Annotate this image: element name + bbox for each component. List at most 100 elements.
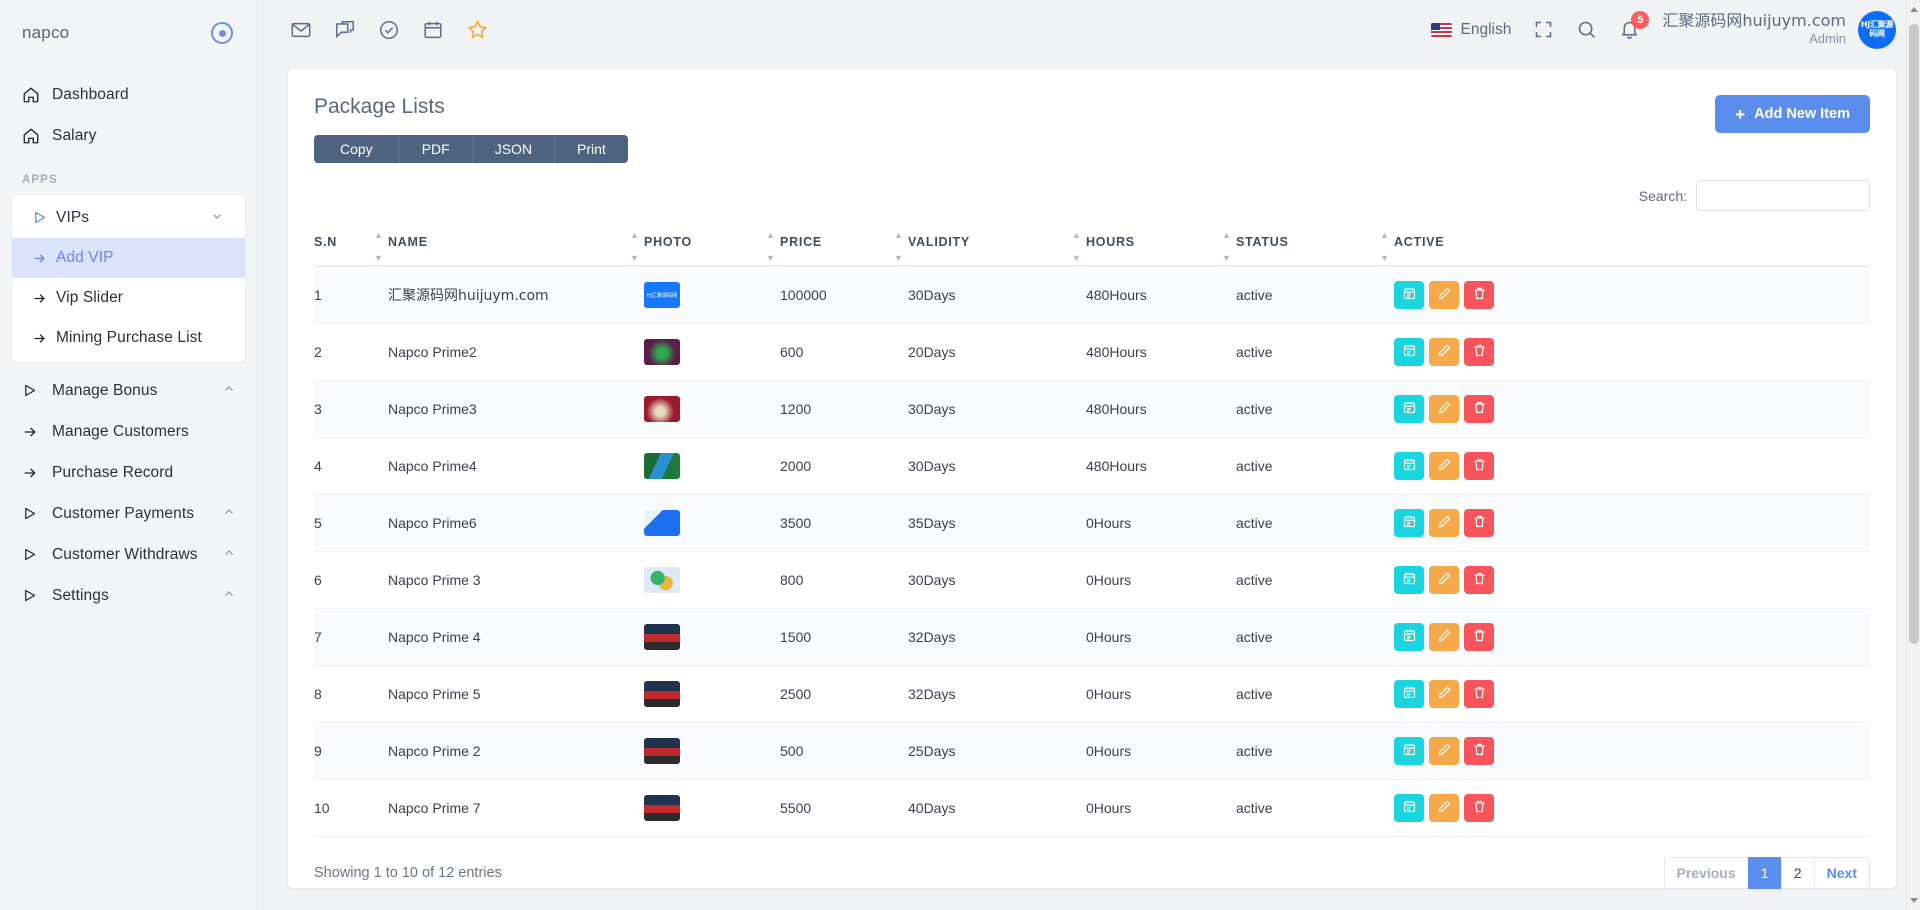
edit-pencil-action-button[interactable] <box>1429 509 1459 537</box>
sidebar-item-vips[interactable]: VIPs <box>12 197 245 238</box>
table-row: 7 Napco Prime 4 1500 32Days 0Hours active <box>314 608 1870 666</box>
print-button[interactable]: Print <box>555 135 628 163</box>
pagination-page-1[interactable]: 1 <box>1747 857 1782 889</box>
trash-action-button[interactable] <box>1464 338 1494 366</box>
package-thumbnail-icon <box>644 681 680 707</box>
calendar-action-button[interactable] <box>1394 794 1424 822</box>
arrow-right-icon <box>22 331 56 346</box>
trash-action-button[interactable] <box>1464 395 1494 423</box>
cell-status: active <box>1236 323 1394 381</box>
sidebar-item-purchase-record[interactable]: Purchase Record <box>0 452 257 493</box>
cell-sn: 2 <box>314 323 388 381</box>
scroll-down-arrow-icon[interactable] <box>1910 898 1918 903</box>
trash-action-button[interactable] <box>1464 623 1494 651</box>
notification-bell[interactable]: 5 <box>1619 11 1650 40</box>
copy-button[interactable]: Copy <box>314 135 400 163</box>
sidebar-item-settings[interactable]: Settings <box>0 575 257 616</box>
scrollbar-thumb[interactable] <box>1909 24 1919 644</box>
cell-photo <box>644 323 780 381</box>
col-price[interactable]: ▲ ▼ PRICE <box>766 229 908 267</box>
table-row: 1汇聚源码网huijuym.com 10000030Days480Hoursact… <box>314 266 1870 324</box>
calendar-action-button[interactable] <box>1394 737 1424 765</box>
trash-action-button[interactable] <box>1464 680 1494 708</box>
calendar-action-button[interactable] <box>1394 566 1424 594</box>
play-icon <box>22 547 52 562</box>
cell-active <box>1394 494 1870 552</box>
trash-action-button[interactable] <box>1464 794 1494 822</box>
pagination-next[interactable]: Next <box>1813 857 1870 889</box>
search-input[interactable] <box>1696 180 1870 211</box>
add-new-item-button[interactable]: + Add New Item <box>1715 95 1870 133</box>
edit-pencil-action-button[interactable] <box>1429 452 1459 480</box>
language-selector[interactable]: English <box>1430 21 1511 39</box>
chevron-up-icon <box>223 383 235 398</box>
add-new-item-label: Add New Item <box>1754 106 1850 122</box>
row-actions <box>1394 395 1870 423</box>
calendar-action-button[interactable] <box>1394 338 1424 366</box>
sidebar-item-customer-payments[interactable]: Customer Payments <box>0 493 257 534</box>
calendar-action-button[interactable] <box>1394 281 1424 309</box>
card-header: Package Lists Copy PDF JSON Print + Add … <box>314 95 1870 163</box>
package-thumbnail-icon <box>644 510 680 536</box>
sidebar-item-manage-bonus[interactable]: Manage Bonus <box>0 370 257 411</box>
cell-name: Napco Prime3 <box>388 380 644 438</box>
edit-pencil-action-button[interactable] <box>1429 737 1459 765</box>
col-active[interactable]: ▲ ▼ ACTIVE <box>1380 229 1870 267</box>
trash-action-button[interactable] <box>1464 566 1494 594</box>
col-name[interactable]: ▲ ▼ NAME <box>374 229 644 267</box>
calendar-action-button[interactable] <box>1394 623 1424 651</box>
check-circle-icon[interactable] <box>378 19 400 41</box>
sort-icon: ▲ ▼ <box>894 230 904 263</box>
edit-pencil-action-button[interactable] <box>1429 794 1459 822</box>
sidebar-item-manage-customers[interactable]: Manage Customers <box>0 411 257 452</box>
user-menu[interactable]: 汇聚源码网huijuym.com Admin HJ汇聚源码网 <box>1662 10 1896 49</box>
brand-logo-icon[interactable] <box>211 22 233 44</box>
chat-icon[interactable] <box>334 19 356 41</box>
edit-pencil-action-button[interactable] <box>1429 566 1459 594</box>
edit-pencil-action-button[interactable] <box>1429 338 1459 366</box>
sidebar-item-dashboard[interactable]: Dashboard <box>0 74 257 115</box>
scroll-up-arrow-icon[interactable] <box>1910 7 1918 12</box>
page-scrollbar[interactable] <box>1906 0 1920 910</box>
trash-action-button[interactable] <box>1464 452 1494 480</box>
col-photo[interactable]: ▲ ▼ PHOTO <box>630 229 780 267</box>
cell-photo <box>644 779 780 837</box>
col-photo-label: PHOTO <box>644 235 692 249</box>
calendar-action-button[interactable] <box>1394 395 1424 423</box>
edit-pencil-icon <box>1437 799 1452 817</box>
edit-pencil-action-button[interactable] <box>1429 281 1459 309</box>
sidebar-item-salary[interactable]: Salary <box>0 115 257 156</box>
json-button[interactable]: JSON <box>472 135 556 163</box>
cell-validity: 30Days <box>908 551 1086 609</box>
sidebar-item-customer-withdraws[interactable]: Customer Withdraws <box>0 534 257 575</box>
edit-pencil-action-button[interactable] <box>1429 680 1459 708</box>
arrow-right-icon <box>22 251 56 266</box>
sidebar-item-vip-slider[interactable]: Vip Slider <box>12 278 245 318</box>
table-row: 9 Napco Prime 2 500 25Days 0Hours active <box>314 722 1870 780</box>
edit-pencil-action-button[interactable] <box>1429 623 1459 651</box>
col-validity[interactable]: ▲ ▼ VALIDITY <box>894 229 1086 267</box>
pagination-page-2[interactable]: 2 <box>1780 857 1815 889</box>
trash-action-button[interactable] <box>1464 737 1494 765</box>
calendar-icon[interactable] <box>422 19 444 41</box>
edit-pencil-action-button[interactable] <box>1429 395 1459 423</box>
trash-action-button[interactable] <box>1464 509 1494 537</box>
calendar-action-button[interactable] <box>1394 509 1424 537</box>
sort-icon: ▲ ▼ <box>630 230 640 263</box>
star-icon[interactable] <box>466 18 489 41</box>
sidebar-item-mining-purchase-list[interactable]: Mining Purchase List <box>12 318 245 358</box>
sidebar-item-add-vip[interactable]: Add VIP <box>12 238 245 278</box>
pagination-previous[interactable]: Previous <box>1663 857 1749 889</box>
pdf-button[interactable]: PDF <box>399 135 473 163</box>
col-sn-label: S.N <box>314 235 338 249</box>
trash-action-button[interactable] <box>1464 281 1494 309</box>
cell-sn: 5 <box>314 494 388 552</box>
fullscreen-icon[interactable] <box>1533 19 1554 40</box>
calendar-action-button[interactable] <box>1394 680 1424 708</box>
col-status[interactable]: ▲ ▼ STATUS <box>1222 229 1394 267</box>
cell-hours: 480Hours <box>1086 437 1236 495</box>
col-hours[interactable]: ▲ ▼ HOURS <box>1072 229 1236 267</box>
search-icon[interactable] <box>1576 19 1597 40</box>
calendar-action-button[interactable] <box>1394 452 1424 480</box>
mail-icon[interactable] <box>290 19 312 41</box>
